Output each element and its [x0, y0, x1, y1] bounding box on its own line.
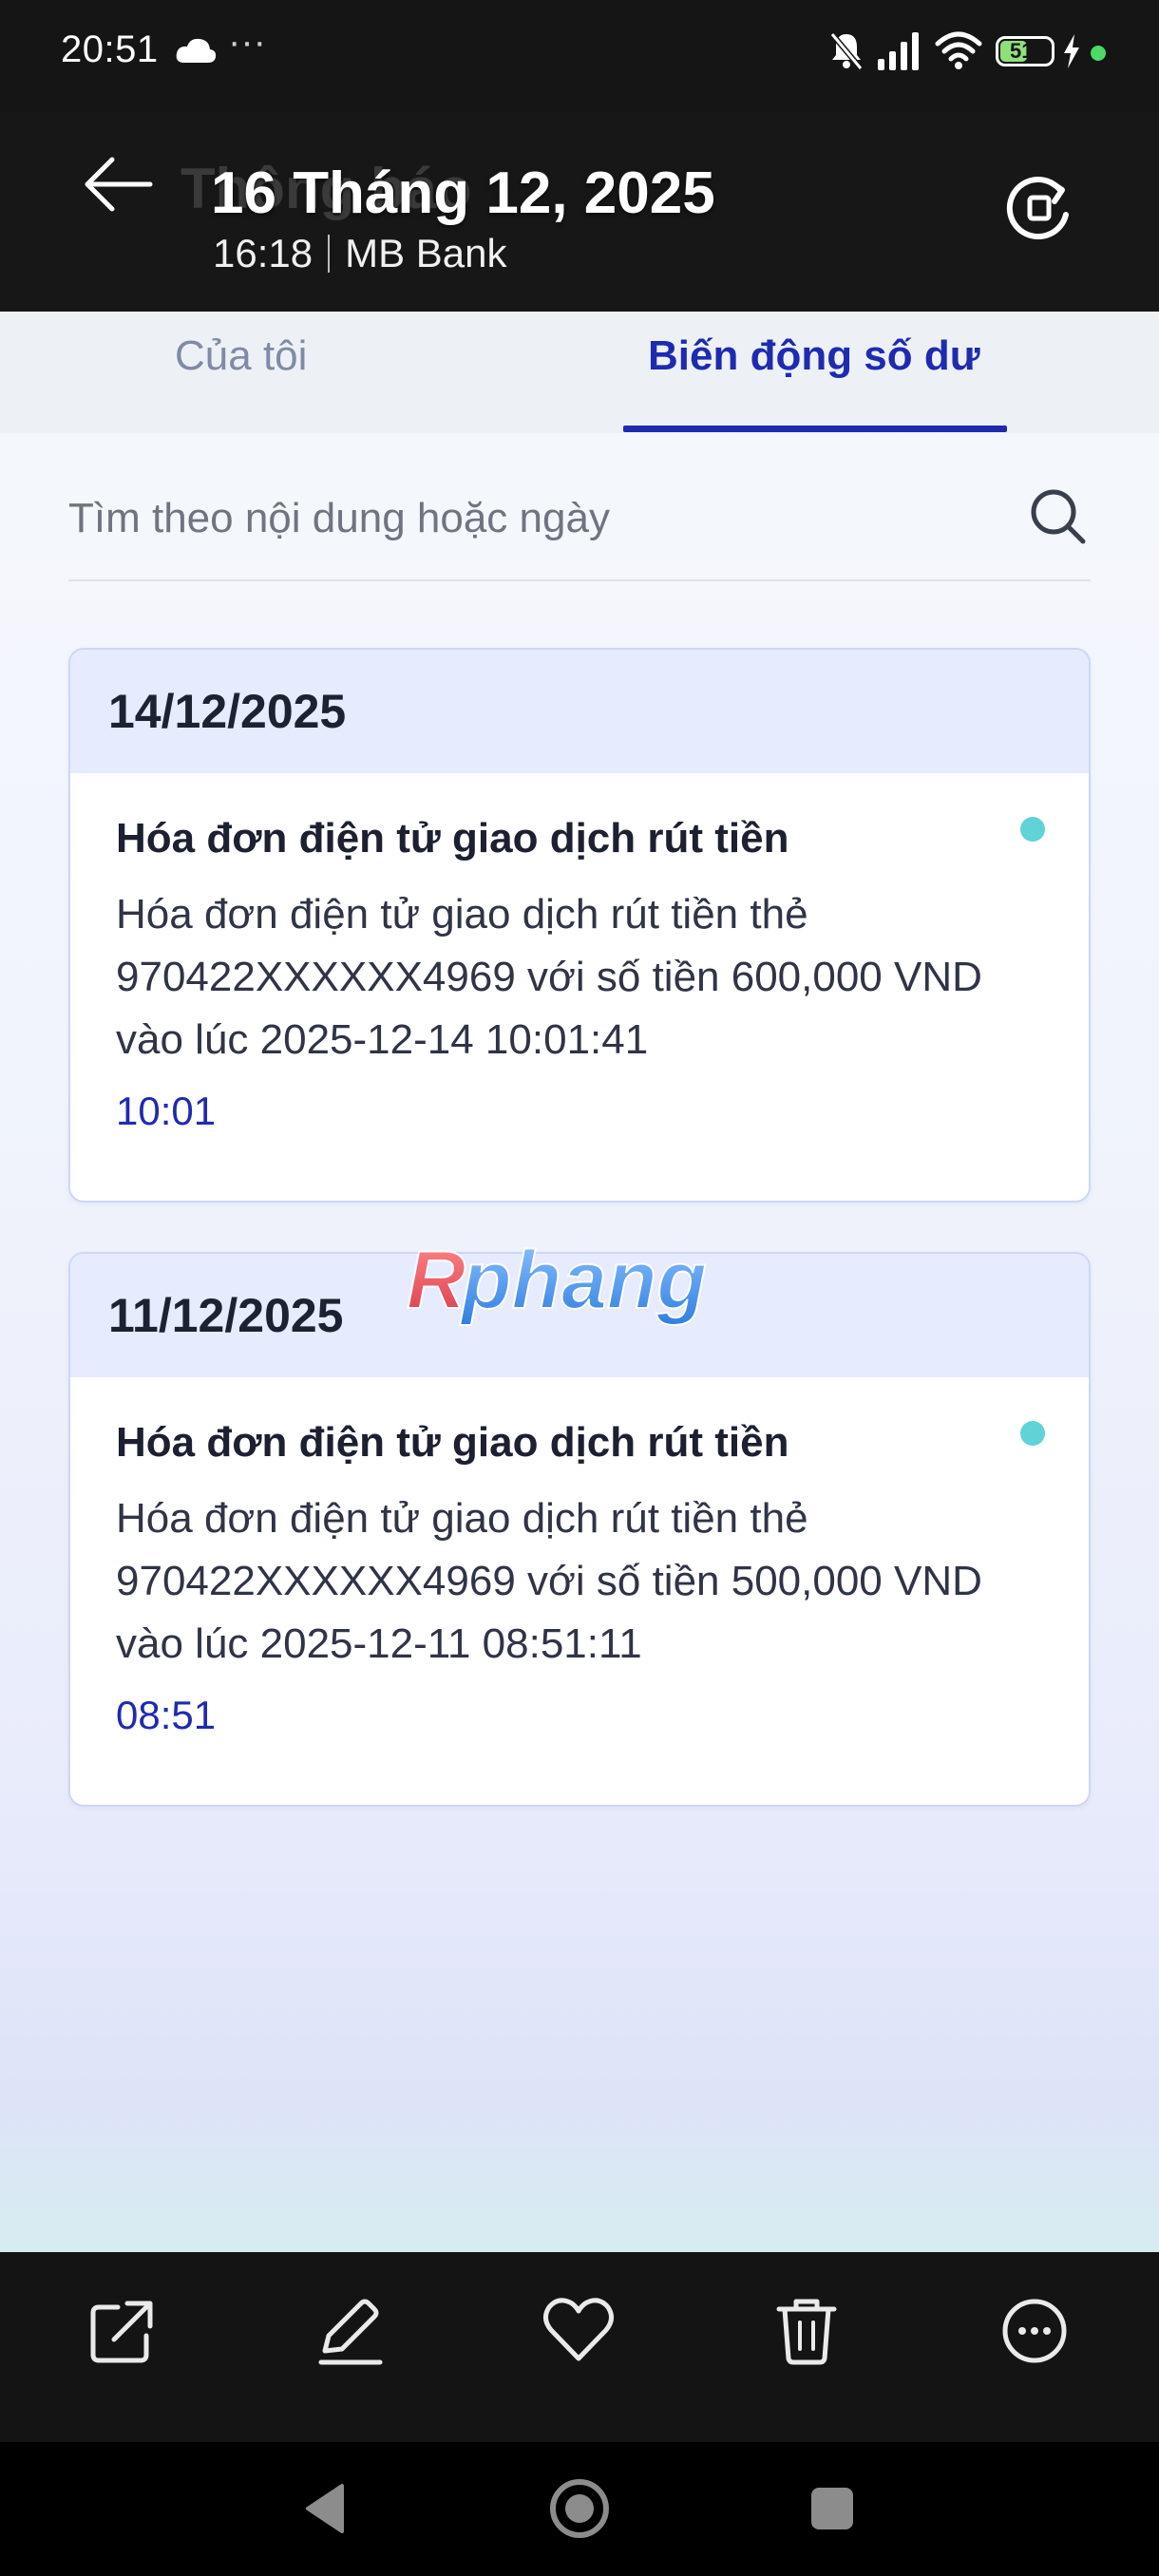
photo-subtitle: 16:18 MB Bank [213, 231, 507, 276]
notification-title: Hóa đơn điện tử giao dịch rút tiền [116, 1419, 789, 1466]
tab-my-notifications[interactable]: Của tôi [175, 332, 307, 380]
signal-icon [878, 32, 919, 70]
notification-item[interactable]: Hóa đơn điện tử giao dịch rút tiền Hóa đ… [70, 1377, 1089, 1738]
notification-title: Hóa đơn điện tử giao dịch rút tiền [116, 815, 789, 862]
system-navigation-bar [0, 2442, 1159, 2576]
tab-bar: Của tôi Biến động số dư [0, 312, 1159, 433]
notification-description: Hóa đơn điện tử giao dịch rút tiền thẻ 9… [116, 1495, 982, 1667]
screenshot-content: Của tôi Biến động số dư 14/12/2025 Hóa đ… [0, 312, 1159, 2252]
photo-toolbar [0, 2252, 1159, 2442]
rotate-icon[interactable] [1001, 169, 1077, 245]
more-notifications-icon: ··· [228, 21, 266, 63]
status-time: 20:51 [61, 28, 159, 70]
heart-icon[interactable] [536, 2288, 621, 2374]
nav-recents-icon[interactable] [794, 2471, 870, 2547]
status-dot-icon [1091, 46, 1106, 61]
search-input[interactable] [68, 490, 980, 547]
search-bar [68, 475, 1091, 581]
charging-icon [1064, 34, 1079, 68]
photo-time: 16:18 [213, 231, 314, 275]
photo-date: 16 Tháng 12, 2025 [211, 161, 715, 226]
svg-text:phang: phang [460, 1238, 707, 1326]
notification-time: 08:51 [116, 1693, 217, 1737]
notification-item[interactable]: Hóa đơn điện tử giao dịch rút tiền Hóa đ… [70, 773, 1089, 1134]
notification-description: Hóa đơn điện tử giao dịch rút tiền thẻ 9… [116, 891, 982, 1063]
status-icons: 51 [828, 30, 1132, 78]
header: Thông báo 16 Tháng 12, 2025 16:18 MB Bank [0, 112, 1159, 312]
notification-card[interactable]: 14/12/2025 Hóa đơn điện tử giao dịch rút… [68, 648, 1091, 1203]
trash-icon[interactable] [764, 2288, 849, 2374]
wifi-icon [935, 31, 982, 69]
tab-balance-changes[interactable]: Biến động số dư [648, 332, 980, 380]
separator [328, 235, 331, 273]
card-date-header: 14/12/2025 [70, 650, 1089, 773]
photo-source: MB Bank [345, 231, 507, 275]
status-bar: 20:51 ··· 51 [0, 0, 1159, 112]
search-icon[interactable] [1028, 486, 1089, 547]
watermark-logo: R phang [406, 1238, 708, 1327]
notification-card[interactable]: 11/12/2025 Hóa đơn điện tử giao dịch rút… [68, 1252, 1091, 1807]
battery-icon: 51 [996, 36, 1054, 66]
cloud-icon [176, 38, 217, 63]
svg-text:R: R [407, 1238, 466, 1326]
unread-dot-icon [1020, 1421, 1045, 1446]
nav-home-icon[interactable] [542, 2471, 618, 2547]
nav-back-icon[interactable] [289, 2471, 365, 2547]
active-tab-indicator [623, 426, 1007, 432]
back-arrow-icon[interactable] [80, 152, 156, 218]
battery-level: 51 [1010, 39, 1034, 63]
mute-icon [829, 32, 864, 70]
edit-icon[interactable] [308, 2288, 393, 2374]
share-icon[interactable] [80, 2288, 165, 2374]
more-icon[interactable] [992, 2288, 1077, 2374]
unread-dot-icon [1020, 817, 1045, 842]
notification-time: 10:01 [116, 1089, 217, 1133]
